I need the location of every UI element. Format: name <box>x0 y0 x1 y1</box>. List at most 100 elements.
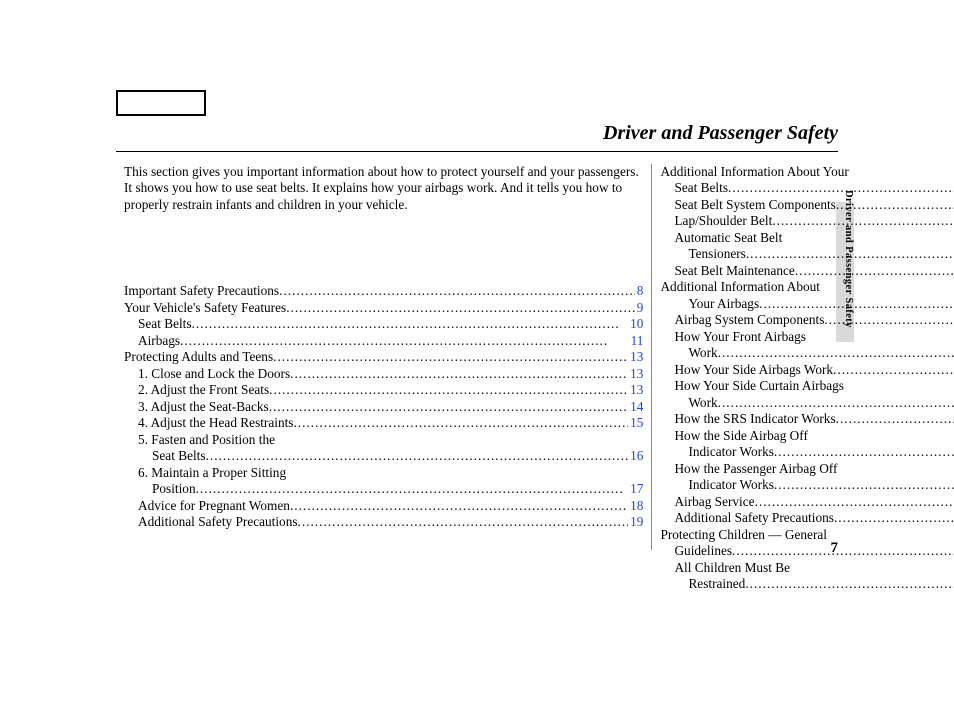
toc-leader-dots <box>286 300 635 316</box>
toc-entry: How Your Side Airbags Work29 <box>660 362 954 378</box>
toc-entry-label: Automatic Seat Belt <box>674 230 782 246</box>
toc-leader-dots <box>206 448 629 464</box>
toc-leader-dots <box>745 576 954 592</box>
toc-entry-label: Your Vehicle's Safety Features <box>124 300 286 316</box>
page-number: 7 <box>831 540 839 557</box>
toc-leader-dots <box>795 263 954 279</box>
toc-page-link[interactable]: 13 <box>628 349 643 365</box>
toc-leader-dots <box>746 246 954 262</box>
intro-paragraph: This section gives you important informa… <box>124 164 643 213</box>
toc-entry-label: Seat Belt Maintenance <box>674 263 794 279</box>
toc-entry: Seat Belts20 <box>660 180 954 196</box>
toc-entry-label: Work <box>688 395 717 411</box>
toc-entry: Indicator Works32 <box>660 444 954 460</box>
toc-entry: Tensioners21 <box>660 246 954 262</box>
toc-leader-dots <box>833 362 954 378</box>
toc-entry-label: Airbag Service <box>674 494 754 510</box>
toc-leader-dots <box>180 333 629 349</box>
toc-leader-dots <box>836 197 954 213</box>
toc-entry: How the Side Airbag Off <box>660 428 954 444</box>
toc-entry-label: Your Airbags <box>688 296 759 312</box>
toc-columns: This section gives you important informa… <box>116 164 838 550</box>
toc-entry-label: Restrained <box>688 576 745 592</box>
toc-entry: Restrained35 <box>660 576 954 592</box>
toc-entry: Protecting Adults and Teens13 <box>124 349 643 365</box>
toc-entry: Seat Belts 10 <box>124 316 643 332</box>
toc-entry: Seat Belts 16 <box>124 448 643 464</box>
toc-entry: Your Vehicle's Safety Features 9 <box>124 300 643 316</box>
toc-entry-label: How the Passenger Airbag Off <box>674 461 837 477</box>
toc-entry-label: How Your Front Airbags <box>674 329 806 345</box>
toc-entry-label: Additional Information About <box>660 279 820 295</box>
toc-page-link[interactable]: 13 <box>628 366 643 382</box>
toc-page-link[interactable]: 16 <box>628 448 643 464</box>
toc-page-link[interactable]: 13 <box>628 382 643 398</box>
toc-entry-label: Lap/Shoulder Belt <box>674 213 772 229</box>
toc-entry: Protecting Children — General <box>660 527 954 543</box>
toc-leader-dots <box>834 510 954 526</box>
toc-page-link[interactable]: 14 <box>628 399 643 415</box>
toc-entry: 3. Adjust the Seat-Backs 14 <box>124 399 643 415</box>
toc-entry-label: 4. Adjust the Head Restraints <box>138 415 293 431</box>
page-title: Driver and Passenger Safety <box>116 122 838 152</box>
toc-entry: 4. Adjust the Head Restraints 15 <box>124 415 643 431</box>
toc-entry-label: Protecting Children — General <box>660 527 827 543</box>
toc-entry: Guidelines35 <box>660 543 954 559</box>
toc-leader-dots <box>774 444 954 460</box>
toc-entry-label: Seat Belts <box>152 448 206 464</box>
toc-entry: 1. Close and Lock the Doors 13 <box>124 366 643 382</box>
toc-entry: Your Airbags23 <box>660 296 954 312</box>
toc-page-link[interactable]: 18 <box>628 498 643 514</box>
toc-entry-label: How Your Side Airbags Work <box>674 362 833 378</box>
toc-entry: 6. Maintain a Proper Sitting <box>124 465 643 481</box>
toc-leader-dots <box>718 345 954 361</box>
toc-page-link[interactable]: 8 <box>635 283 644 299</box>
toc-leader-dots <box>772 213 954 229</box>
toc-page-link[interactable]: 9 <box>635 300 644 316</box>
toc-entry: Indicator Works32 <box>660 477 954 493</box>
toc-leader-dots <box>290 366 628 382</box>
toc-entry-label: Additional Safety Precautions <box>138 514 298 530</box>
toc-leader-dots <box>755 494 954 510</box>
toc-entry: All Children Must Be <box>660 560 954 576</box>
toc-entry: How the SRS Indicator Works31 <box>660 411 954 427</box>
toc-entry: Additional Safety Precautions34 <box>660 510 954 526</box>
toc-entry-label: 3. Adjust the Seat-Backs <box>138 399 269 415</box>
toc-leader-dots <box>298 514 629 530</box>
toc-entry-label: 2. Adjust the Front Seats <box>138 382 269 398</box>
toc-leader-dots <box>836 411 954 427</box>
toc-page-link[interactable]: 15 <box>628 415 643 431</box>
toc-entry: Airbag Service33 <box>660 494 954 510</box>
toc-page-link[interactable]: 10 <box>628 316 643 332</box>
toc-leader-dots <box>192 316 629 332</box>
toc-entry-label: 6. Maintain a Proper Sitting <box>138 465 286 481</box>
toc-entry: Additional Information About <box>660 279 954 295</box>
toc-entry-label: 5. Fasten and Position the <box>138 432 275 448</box>
toc-leader-dots <box>273 349 628 365</box>
toc-entry-label: Seat Belts <box>138 316 192 332</box>
toc-leader-dots <box>290 498 628 514</box>
toc-entry: Seat Belt System Components20 <box>660 197 954 213</box>
toc-page-link[interactable]: 19 <box>628 514 643 530</box>
toc-entry: Additional Information About Your <box>660 164 954 180</box>
toc-entry: Advice for Pregnant Women 18 <box>124 498 643 514</box>
toc-column-left: This section gives you important informa… <box>116 164 651 550</box>
toc-leader-dots <box>196 481 629 497</box>
toc-entry: 2. Adjust the Front Seats 13 <box>124 382 643 398</box>
toc-entry-label: 1. Close and Lock the Doors <box>138 366 290 382</box>
toc-entry: Additional Safety Precautions 19 <box>124 514 643 530</box>
toc-entry: Automatic Seat Belt <box>660 230 954 246</box>
toc-leader-dots <box>269 382 628 398</box>
toc-entry-label: Seat Belts <box>674 180 728 196</box>
toc-entry-label: Indicator Works <box>688 477 773 493</box>
toc-leader-dots <box>728 180 954 196</box>
toc-entry: Lap/Shoulder Belt21 <box>660 213 954 229</box>
toc-entry-label: Position <box>152 481 196 497</box>
toc-page-link[interactable]: 17 <box>628 481 643 497</box>
toc-entry-label: Advice for Pregnant Women <box>138 498 290 514</box>
toc-page-link[interactable]: 11 <box>629 333 644 349</box>
toc-entry: Airbag System Components23 <box>660 312 954 328</box>
brand-logo-box <box>116 90 206 116</box>
toc-entry: Work26 <box>660 345 954 361</box>
toc-entry-label: Work <box>688 345 717 361</box>
